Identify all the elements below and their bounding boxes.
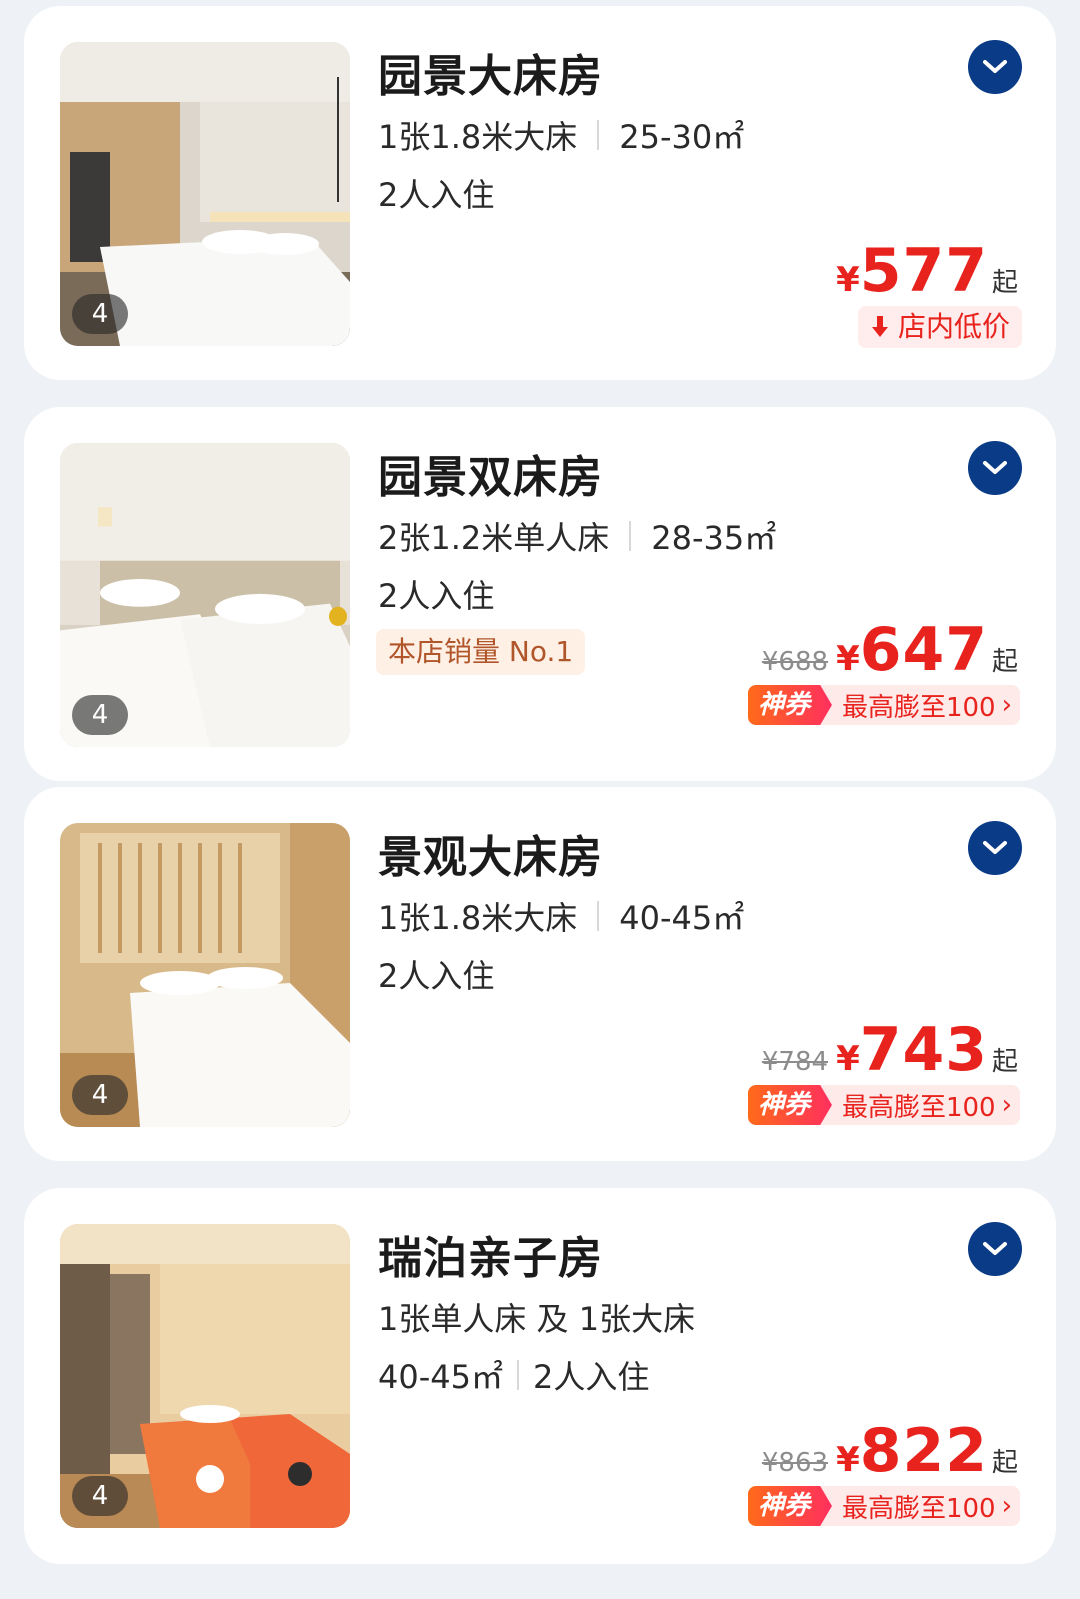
room-name: 园景大床房 (378, 51, 603, 102)
chevron-down-icon (983, 1242, 1007, 1255)
price-suffix: 起 (991, 1448, 1018, 1478)
chevron-right-icon: › (1001, 690, 1012, 720)
chevron-right-icon: › (1001, 1491, 1012, 1521)
room-area: 28-35㎡ (651, 519, 777, 557)
original-price: ¥688 (761, 647, 829, 677)
room-occupancy: 2人入住 (378, 176, 495, 214)
room-area-occupancy: 40-45㎡ 2人入住 (378, 1352, 649, 1398)
price-suffix: 起 (991, 1047, 1018, 1077)
room-card[interactable]: 4 园景双床房 2张1.2米单人床 28-35㎡ 2人入住 本店销量 No.1 … (24, 407, 1056, 781)
divider (629, 521, 632, 551)
room-photo[interactable]: 4 (60, 1224, 350, 1528)
room-bed-type: 1张1.8米大床 (378, 899, 578, 937)
room-occupancy: 2人入住 (378, 957, 495, 995)
coupon-banner[interactable]: 神券 最高膨至100 › (747, 1085, 1020, 1125)
price-row: ¥688 ¥ 647 起 (762, 615, 1018, 685)
price-row: ¥ 577 起 (836, 236, 1018, 306)
coupon-label: 神券 (747, 685, 832, 725)
room-bed-area: 1张1.8米大床 25-30㎡ (378, 112, 744, 158)
low-price-text: 店内低价 (897, 310, 1010, 343)
room-price: 743 (859, 1015, 988, 1085)
room-price: 647 (859, 615, 988, 685)
arrow-down-icon (871, 316, 888, 337)
room-photo[interactable]: 4 (60, 823, 350, 1127)
expand-button[interactable] (968, 40, 1022, 94)
coupon-banner[interactable]: 神券 最高膨至100 › (747, 685, 1020, 725)
coupon-text: 最高膨至100 (841, 1092, 996, 1123)
photo-count-badge: 4 (72, 695, 128, 735)
original-price: ¥784 (761, 1047, 829, 1077)
room-occupancy: 2人入住 (533, 1358, 650, 1396)
price-row: ¥784 ¥ 743 起 (762, 1015, 1018, 1085)
room-bed-type: 1张单人床 及 1张大床 (378, 1300, 696, 1338)
price-suffix: 起 (991, 268, 1018, 298)
room-card[interactable]: 4 园景大床房 1张1.8米大床 25-30㎡ 2人入住 ¥ 577 起 店内低… (24, 6, 1056, 380)
room-area: 25-30㎡ (619, 118, 745, 156)
price-row: ¥863 ¥ 822 起 (762, 1416, 1018, 1486)
room-occupancy: 2人入住 (378, 577, 495, 615)
room-price: 822 (859, 1416, 988, 1486)
chevron-down-icon (983, 841, 1007, 854)
room-name: 景观大床房 (378, 832, 603, 883)
currency-symbol: ¥ (836, 260, 860, 300)
photo-count-badge: 4 (72, 1075, 128, 1115)
divider (597, 901, 600, 931)
coupon-text: 最高膨至100 (841, 1493, 996, 1524)
room-area: 40-45㎡ (378, 1358, 503, 1396)
chevron-down-icon (983, 60, 1007, 73)
chevron-down-icon (983, 461, 1007, 474)
room-bed-type: 1张1.8米大床 (378, 118, 578, 156)
room-price: 577 (859, 236, 988, 306)
room-card[interactable]: 4 景观大床房 1张1.8米大床 40-45㎡ 2人入住 ¥784 ¥ 743 … (24, 787, 1056, 1161)
price-suffix: 起 (991, 647, 1018, 677)
room-bed-area: 2张1.2米单人床 28-35㎡ (378, 513, 776, 559)
currency-symbol: ¥ (836, 1440, 860, 1480)
room-photo[interactable]: 4 (60, 42, 350, 346)
divider (597, 120, 600, 150)
coupon-banner[interactable]: 神券 最高膨至100 › (747, 1486, 1020, 1526)
room-name: 园景双床房 (378, 452, 603, 503)
expand-button[interactable] (968, 821, 1022, 875)
coupon-text: 最高膨至100 (841, 692, 996, 723)
expand-button[interactable] (968, 1222, 1022, 1276)
divider (517, 1360, 519, 1390)
original-price: ¥863 (761, 1448, 829, 1478)
sales-rank-tag: 本店销量 No.1 (376, 629, 586, 675)
chevron-right-icon: › (1001, 1090, 1012, 1120)
room-photo[interactable]: 4 (60, 443, 350, 747)
photo-count-badge: 4 (72, 294, 128, 334)
photo-count-badge: 4 (72, 1476, 128, 1516)
currency-symbol: ¥ (836, 639, 860, 679)
room-name: 瑞泊亲子房 (378, 1233, 603, 1284)
low-price-badge: 店内低价 (857, 306, 1022, 348)
currency-symbol: ¥ (836, 1039, 860, 1079)
room-list: 4 园景大床房 1张1.8米大床 25-30㎡ 2人入住 ¥ 577 起 店内低… (0, 0, 1080, 1599)
expand-button[interactable] (968, 441, 1022, 495)
room-card[interactable]: 4 瑞泊亲子房 1张单人床 及 1张大床 40-45㎡ 2人入住 ¥863 ¥ … (24, 1188, 1056, 1564)
room-area: 40-45㎡ (619, 899, 745, 937)
room-bed-type: 2张1.2米单人床 (378, 519, 610, 557)
coupon-label: 神券 (747, 1085, 832, 1125)
coupon-label: 神券 (747, 1486, 832, 1526)
room-bed-area: 1张1.8米大床 40-45㎡ (378, 893, 744, 939)
